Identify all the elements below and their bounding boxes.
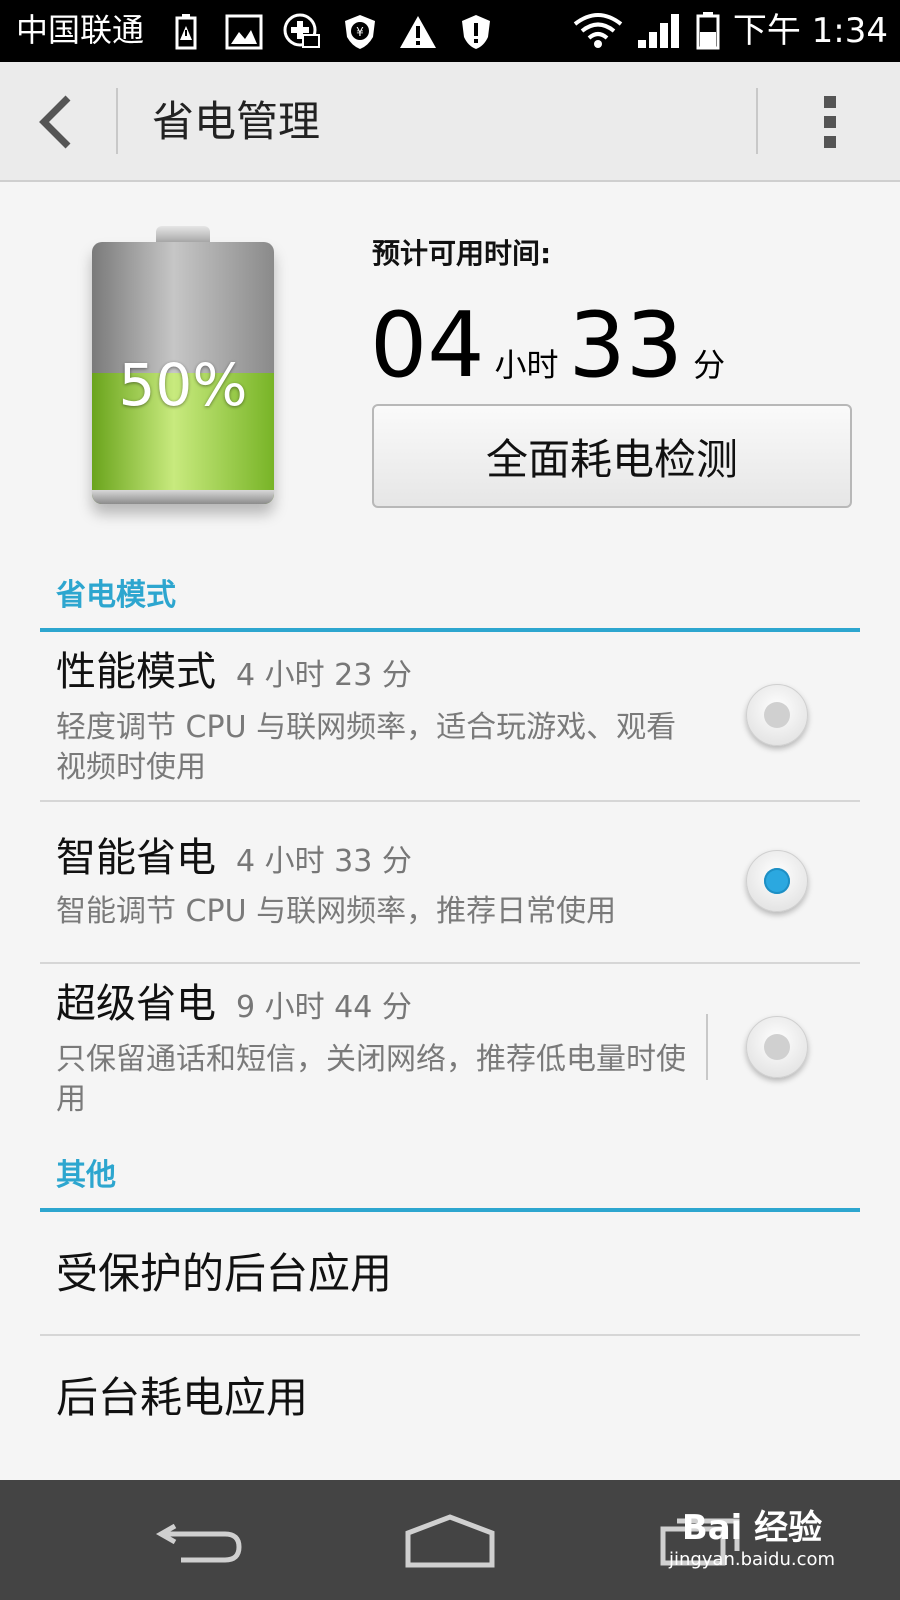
mode-row-super[interactable]: 超级省电 9 小时 44 分 只保留通话和短信，关闭网络，推荐低电量时使用 [40, 978, 860, 1128]
nav-home-button[interactable] [390, 1506, 510, 1576]
mode-name: 智能省电 [56, 835, 216, 881]
mode-description: 智能调节 CPU 与联网频率，推荐日常使用 [56, 894, 617, 929]
mode-name: 性能模式 [56, 649, 216, 695]
overflow-menu-button[interactable] [808, 92, 852, 152]
minutes-unit: 分 [693, 346, 726, 384]
mode-radio-smart[interactable] [746, 850, 808, 912]
clock: 下午 1:34 [732, 11, 888, 51]
action-bar: 省电管理 [0, 62, 900, 182]
back-icon [155, 1523, 242, 1563]
mode-description: 只保留通话和短信，关闭网络，推荐低电量时使用 [56, 1042, 686, 1117]
overflow-menu-icon [824, 96, 836, 108]
wifi-icon [571, 11, 625, 51]
hours-unit: 小时 [494, 346, 559, 384]
protected-background-apps-item[interactable]: 受保护的后台应用 [56, 1246, 392, 1302]
divider [116, 88, 118, 154]
svg-text:¥: ¥ [356, 25, 364, 39]
image-icon [224, 12, 264, 52]
battery-body: 50% [92, 242, 274, 504]
estimate-hours: 04 [370, 293, 485, 398]
estimate-minutes: 33 [568, 293, 684, 398]
nav-back-button[interactable] [140, 1506, 260, 1576]
home-icon [405, 1514, 495, 1568]
status-right: 下午 1:34 [571, 10, 888, 52]
warning-icon [398, 12, 438, 52]
battery-icon [693, 11, 723, 51]
section-divider [40, 628, 860, 632]
estimate-label: 预计可用时间: [372, 237, 552, 270]
baidu-watermark: Bai 经验 jingyan.baidu.com [652, 1508, 852, 1572]
add-sms-icon [282, 12, 322, 52]
watermark-logo: Bai 经验 [681, 1508, 823, 1548]
divider [756, 88, 758, 154]
back-button[interactable] [30, 92, 90, 152]
divider [706, 1014, 708, 1080]
battery-percent: 50% [118, 351, 248, 419]
section-header-other: 其他 [56, 1158, 116, 1193]
mode-description: 轻度调节 CPU 与联网频率，适合玩游戏、观看视频时使用 [56, 710, 677, 785]
background-power-apps-item[interactable]: 后台耗电应用 [56, 1370, 308, 1426]
notification-icons: ¥ [166, 12, 496, 52]
mode-time: 9 小时 44 分 [236, 990, 412, 1025]
back-icon [39, 95, 71, 149]
mode-time: 4 小时 23 分 [236, 658, 412, 693]
status-bar: 中国联通 ¥ 下午 1:34 [0, 0, 900, 62]
shield-alert-icon [456, 12, 496, 52]
watermark-url: jingyan.baidu.com [668, 1549, 836, 1570]
mode-radio-super[interactable] [746, 1016, 808, 1078]
estimate-time: 04 小时 33 分 [370, 296, 735, 396]
carrier-label: 中国联通 [16, 11, 145, 49]
battery-graphic: 50% [90, 226, 276, 516]
mode-name: 超级省电 [56, 981, 216, 1027]
section-divider [40, 1208, 860, 1212]
page-title: 省电管理 [152, 97, 321, 146]
section-header-power-modes: 省电模式 [56, 578, 176, 613]
mode-row-smart[interactable]: 智能省电 4 小时 33 分 智能调节 CPU 与联网频率，推荐日常使用 [40, 832, 860, 962]
yuan-shield-icon: ¥ [340, 12, 380, 52]
signal-icon [635, 11, 683, 51]
mode-row-performance[interactable]: 性能模式 4 小时 23 分 轻度调节 CPU 与联网频率，适合玩游戏、观看视频… [40, 646, 860, 796]
full-power-check-button[interactable]: 全面耗电检测 [372, 404, 852, 508]
mode-radio-performance[interactable] [746, 684, 808, 746]
battery-alert-icon [166, 12, 206, 52]
mode-time: 4 小时 33 分 [236, 844, 412, 879]
